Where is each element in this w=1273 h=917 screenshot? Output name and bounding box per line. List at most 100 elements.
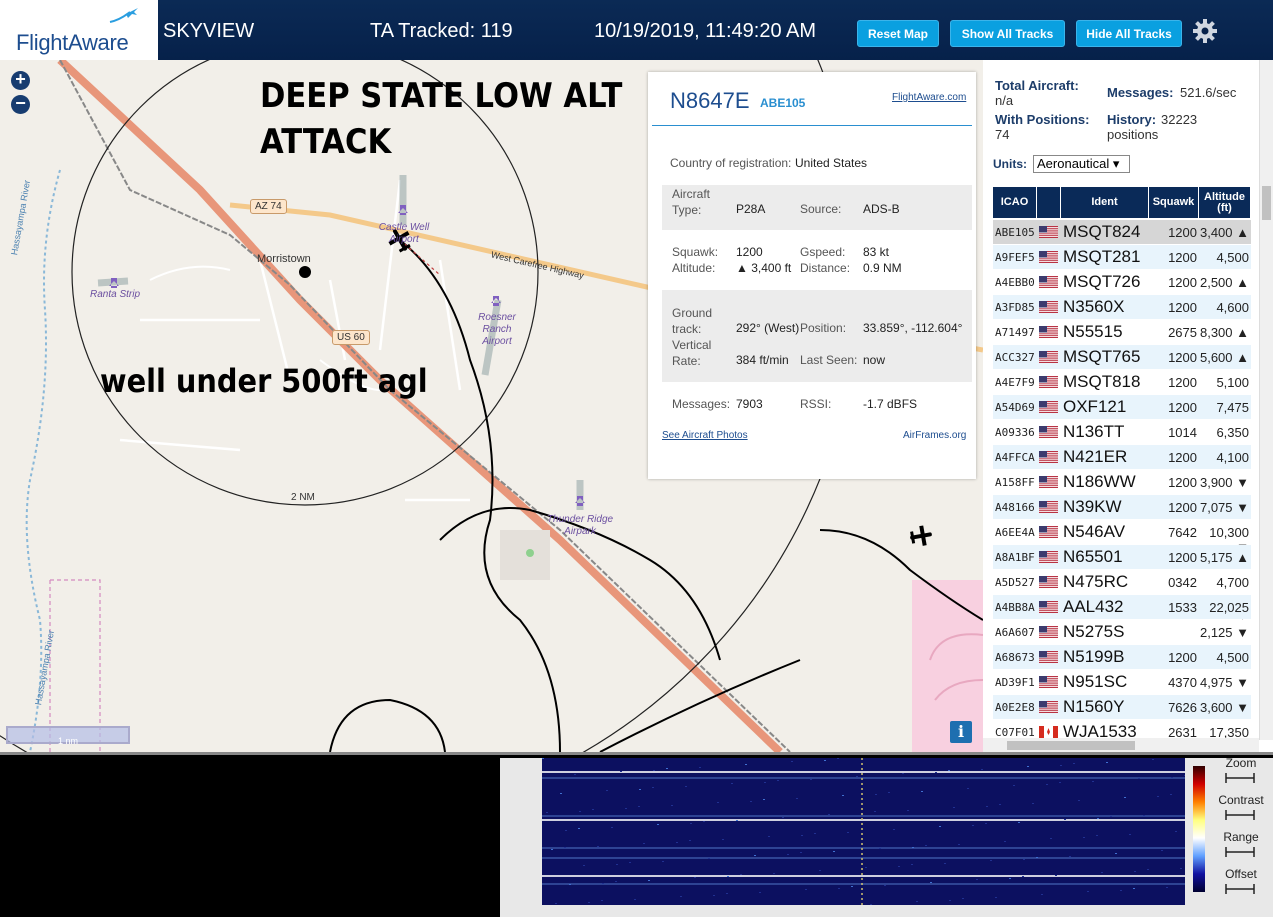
flightaware-logo[interactable]: FlightAware [0,0,158,60]
ident-cell: N546AV [1063,522,1126,541]
icao-cell: A4BB8A [995,601,1035,614]
squawk-cell: 1200 [1168,250,1197,265]
popup-flight[interactable]: ABE105 [760,96,805,110]
table-row[interactable]: ACC327 MSQT765 1200 5,600 ▲ [993,345,1251,369]
column-squawk[interactable]: Squawk [1149,187,1199,218]
units-select[interactable]: Aeronautical ▾ [1033,155,1130,173]
ident-cell: OXF121 [1063,397,1127,416]
rssi-label: RSSI: [800,397,832,411]
altitude-cell: 4,500 [1216,650,1249,665]
icao-cell: A6A607 [995,626,1035,639]
table-row[interactable]: A68673 N5199B 1200 4,500 [993,645,1251,669]
column-icao[interactable]: ICAO [993,187,1037,218]
altitude-cell: 3,900 ▼ [1199,475,1249,490]
range-slider[interactable] [1225,847,1255,857]
column-flag[interactable] [1037,187,1061,218]
range-control-label: Range [1223,830,1259,844]
table-row[interactable]: A4E7F9 MSQT818 1200 5,100 [993,370,1251,394]
ground-track-value: 292° (West) [736,321,800,335]
table-row[interactable]: A4BB8AAAL432153322,025 ▲ [993,595,1251,630]
zoom-in-button[interactable]: + [11,70,30,90]
column-ident[interactable]: Ident [1061,187,1149,218]
gspeed-label: Gspeed: [800,245,846,259]
sidebar-vertical-scrollbar[interactable] [1259,60,1273,740]
vertical-rate-value: 384 ft/min [736,353,789,367]
airport-label-ranta: Ranta Strip [89,289,141,300]
sidebar-horizontal-scrollbar[interactable] [983,738,1259,752]
icao-cell: A71497 [995,326,1035,339]
squawk-cell: 1200 [1168,275,1197,290]
table-row[interactable]: A4FFCA N421ER 1200 4,100 [993,445,1251,469]
table-row[interactable]: A54D69 OXF121 1200 7,475 [993,395,1251,419]
table-row[interactable]: A48166 N39KW 1200 7,075 ▼ [993,495,1251,519]
scale-bar: 1 nm [6,726,130,746]
position-label: Position: [800,321,847,335]
history-value: 32223 [1161,112,1198,127]
airport-label-thunder-ridge: Thunder Ridge Airpark [546,514,614,537]
ident-cell: MSQT281 [1063,247,1141,266]
plane-logo-icon [109,8,138,23]
table-row[interactable]: A5D527 N475RC 0342 4,700 [993,570,1251,594]
table-row[interactable]: A6A607 N5275S 2,125 ▼ [993,620,1251,644]
squawk-cell: 1200 [1168,500,1197,515]
info-button[interactable]: i [950,721,972,743]
scrollbar-thumb[interactable] [1262,186,1271,220]
squawk-cell: 7642 [1168,525,1197,540]
aircraft-popup: N8647E ABE105 FlightAware.com Country of… [648,72,976,479]
color-scale-bar [1193,766,1205,892]
table-row[interactable]: A4EBB0 MSQT726 1200 2,500 ▲ [993,270,1251,294]
aircraft-sidebar: Total Aircraft: n/a Messages: 521.6/sec … [983,60,1273,752]
us-flag-icon [1039,226,1058,238]
offset-slider[interactable] [1225,884,1255,894]
last-seen-value: now [863,353,886,367]
table-row[interactable]: A71497 N55515 2675 8,300 ▲ [993,320,1251,344]
aircraft-icon[interactable] [908,524,934,548]
squawk-cell: 1200 [1168,375,1197,390]
table-row[interactable]: A6EE4AN546AV764210,300 ▼ [993,520,1251,555]
us-flag-icon [1039,551,1058,563]
contrast-control-label: Contrast [1218,793,1264,807]
table-row[interactable]: A9FEF5 MSQT281 1200 4,500 [993,245,1251,269]
contrast-slider[interactable] [1225,810,1255,820]
zoom-control-label: Zoom [1225,756,1257,770]
scrollbar-thumb[interactable] [1007,741,1135,750]
reset-map-button[interactable]: Reset Map [857,20,939,47]
show-all-tracks-button[interactable]: Show All Tracks [950,20,1065,47]
table-row[interactable]: A8A1BF N65501 1200 5,175 ▲ [993,545,1251,569]
us-flag-icon [1039,676,1058,688]
vertical-rate-label: Vertical Rate: [672,338,712,368]
table-row[interactable]: AD39F1 N951SC 4370 4,975 ▼ [993,670,1251,694]
range-ring-label: 2 NM [291,492,315,503]
altitude-cell: 5,600 ▲ [1199,350,1249,365]
column-altitude[interactable]: Altitude (ft) [1199,187,1251,218]
airport-label-roesner: Roesner Ranch Airport [478,312,516,347]
units-label: Units: [993,157,1027,171]
flightaware-link[interactable]: FlightAware.com [892,92,966,103]
table-row[interactable]: A09336 N136TT 1014 6,350 [993,420,1251,444]
zoom-slider[interactable] [1225,773,1255,783]
us-flag-icon [1039,326,1058,338]
ident-cell: MSQT818 [1063,372,1141,391]
waterfall-display [542,758,1185,905]
aircraft-photos-link[interactable]: See Aircraft Photos [662,430,748,441]
table-row[interactable]: A0E2E8 N1560Y 7626 3,600 ▼ [993,695,1251,719]
squawk-cell: 1200 [1168,225,1197,240]
distance-value: 0.9 NM [863,261,902,275]
hide-all-tracks-button[interactable]: Hide All Tracks [1076,20,1182,47]
airframes-link[interactable]: AirFrames.org [903,430,966,441]
table-row[interactable]: A158FF N186WW 1200 3,900 ▼ [993,470,1251,494]
gear-icon[interactable] [1192,18,1218,44]
icao-cell: A4E7F9 [995,376,1035,389]
distance-label: Distance: [800,261,851,275]
table-row[interactable]: ABE105 MSQT824 1200 3,400 ▲ [993,220,1251,244]
us-flag-icon [1039,451,1058,463]
us-flag-icon [1039,376,1058,388]
us-flag-icon [1039,401,1058,413]
zoom-out-button[interactable]: − [11,94,30,114]
aircraft-type-label: Aircraft Type: [672,187,711,217]
messages-rate-value: 521.6/sec [1180,85,1237,100]
ident-cell: N136TT [1063,422,1125,441]
messages-value: 7903 [736,397,763,411]
table-row[interactable]: A3FD85 N3560X 1200 4,600 [993,295,1251,319]
gspeed-value: 83 kt [863,245,890,259]
